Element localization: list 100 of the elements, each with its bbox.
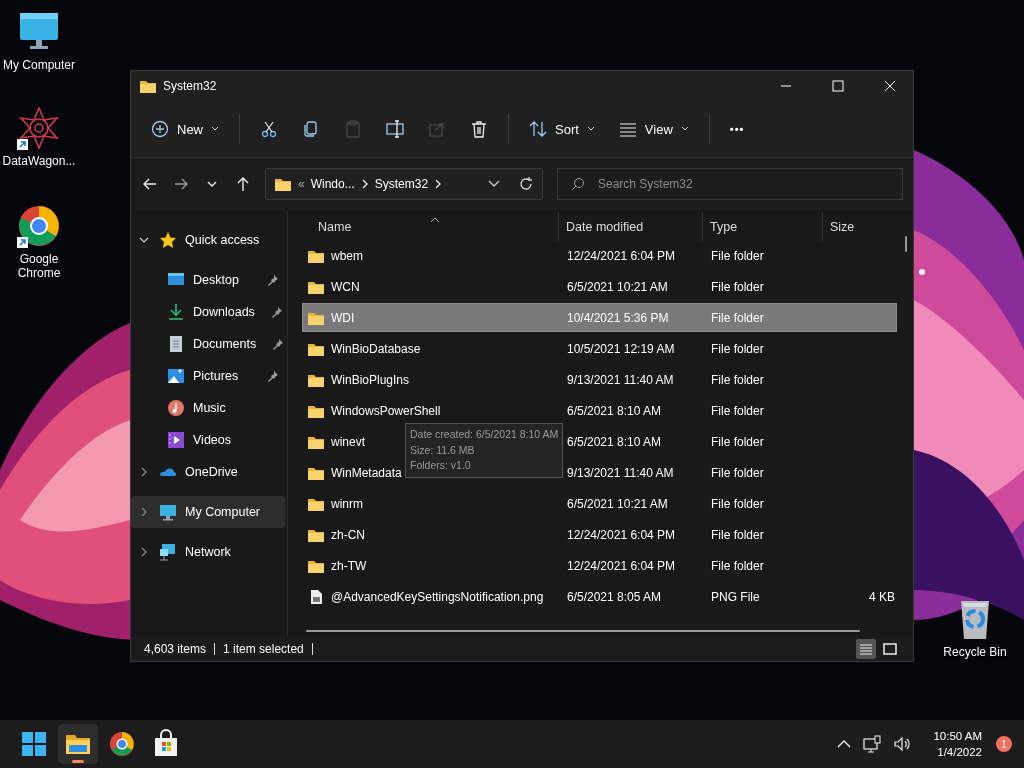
folder-icon <box>274 176 292 192</box>
lines-button[interactable]: View <box>608 111 699 147</box>
table-cell-text: 4 KB <box>868 589 895 604</box>
desktop-icon-label[interactable]: Google Chrome <box>2 252 76 280</box>
column-header[interactable]: Date modified <box>559 212 703 242</box>
file-name[interactable]: WCN <box>331 279 360 294</box>
table-cell-text: 12/24/2021 6:04 PM <box>566 527 677 542</box>
file-name[interactable]: winevt <box>331 434 365 449</box>
sidebar-item[interactable]: OneDrive <box>131 456 285 488</box>
sidebar-item[interactable]: Desktop <box>131 264 285 296</box>
monitor-icon <box>159 503 177 521</box>
file-name[interactable]: wbem <box>331 248 363 263</box>
table-cell-text: File folder <box>710 310 765 325</box>
table-cell-text: 6/5/2021 8:10 AM <box>566 434 663 449</box>
sidebar-item[interactable]: Downloads <box>131 296 285 328</box>
sidebar-item[interactable]: Videos <box>131 424 285 456</box>
speaker-icon[interactable] <box>893 735 912 753</box>
table-cell-text: File folder <box>710 341 765 356</box>
download-icon <box>167 303 185 321</box>
network-monitor-icon[interactable] <box>863 735 882 753</box>
table-cell-text: 9/13/2021 11:40 AM <box>566 465 675 480</box>
sidebar-item[interactable]: Music <box>131 392 285 424</box>
file-name[interactable]: WinMetadata <box>331 465 402 480</box>
address-bar[interactable]: « Windo... System32 <box>265 168 543 200</box>
pin-icon[interactable] <box>272 338 285 350</box>
table-cell-text: 6/5/2021 8:05 AM <box>566 589 663 604</box>
lines-icon <box>618 120 637 138</box>
table-cell-text: File folder <box>710 248 765 263</box>
breadcrumb[interactable]: System32 <box>374 177 429 191</box>
table-cell-text: File folder <box>710 434 765 449</box>
video-icon <box>167 431 185 449</box>
refresh-icon[interactable] <box>518 176 534 192</box>
star-emblem-icon[interactable] <box>17 106 61 150</box>
taskbar-button[interactable] <box>58 724 98 764</box>
table-cell-text: 12/24/2021 6:04 PM <box>566 248 677 263</box>
file-name[interactable]: zh-TW <box>331 558 367 573</box>
sort-caret-icon <box>430 217 440 223</box>
column-header[interactable]: Name <box>303 212 559 242</box>
trash-icon <box>470 120 488 138</box>
clock-date[interactable]: 1/4/2022 <box>937 744 982 760</box>
chrome-icon <box>107 729 137 759</box>
desktop-icon-label[interactable]: My Computer <box>2 58 76 72</box>
share-icon <box>428 120 446 138</box>
chevron-right-icon[interactable] <box>434 179 443 189</box>
more-button[interactable]: ••• <box>719 111 755 147</box>
pin-icon[interactable] <box>267 370 279 382</box>
clipboard-icon <box>344 120 362 138</box>
pin-icon[interactable] <box>270 306 283 318</box>
table-cell-text: File folder <box>710 372 765 387</box>
chevron-down-icon[interactable] <box>488 180 500 188</box>
plus-circle-icon <box>151 120 169 138</box>
search-field[interactable]: Search System32 <box>557 168 903 200</box>
file-name[interactable]: WDI <box>331 310 355 325</box>
breadcrumb[interactable]: Windo... <box>310 177 355 191</box>
table-cell-text: File folder <box>710 279 765 294</box>
table-cell-text: File folder <box>710 465 765 480</box>
status-text: 4,603 items <box>144 643 216 655</box>
tooltip-text: Folders: v1.0 <box>410 458 472 473</box>
table-cell-text: 6/5/2021 8:10 AM <box>566 403 663 418</box>
caret-icon <box>211 126 219 132</box>
network-icon <box>159 543 177 561</box>
scrollbar-thumb[interactable] <box>905 236 907 252</box>
chrome-icon[interactable] <box>17 204 61 248</box>
file-name[interactable]: WinBioDatabase <box>331 341 421 356</box>
file-name[interactable]: WinBioPlugIns <box>331 372 410 387</box>
tooltip-text: Date created: 6/5/2021 8:10 AM <box>410 427 559 442</box>
scissors-icon <box>260 120 278 138</box>
sidebar-item[interactable]: Network <box>131 536 285 568</box>
breadcrumb-overflow[interactable]: « <box>298 177 305 191</box>
sort-arrows-button[interactable]: Sort <box>519 111 605 147</box>
file-name[interactable]: WindowsPowerShell <box>331 403 441 418</box>
table-cell-text: File folder <box>710 496 765 511</box>
sidebar-item[interactable]: Quick access <box>131 224 285 256</box>
tooltip-text: Size: 11.6 MB <box>410 442 476 458</box>
column-header[interactable]: Type <box>703 212 823 242</box>
table-cell-text: PNG File <box>710 589 761 604</box>
search-icon <box>571 177 585 191</box>
sidebar-item[interactable]: My Computer <box>131 496 285 528</box>
file-name[interactable]: @AdvancedKeySettingsNotification.png <box>331 589 544 604</box>
selected-row[interactable]: WDI 10/4/2021 5:36 PM File folder <box>303 304 896 331</box>
chevron-right-icon[interactable] <box>360 179 369 189</box>
desktop-icon-label[interactable]: DataWagon... <box>2 154 76 168</box>
file-name[interactable]: winrm <box>331 496 363 511</box>
picture-icon <box>167 367 185 385</box>
table-cell-text: 10/4/2021 5:36 PM <box>566 310 670 325</box>
column-header[interactable]: Size <box>823 212 895 242</box>
copy-icon <box>302 120 320 138</box>
clock-time[interactable]: 10:50 AM <box>933 728 982 744</box>
chevron-up-icon[interactable] <box>837 739 852 749</box>
scrollbar-thumb[interactable] <box>306 630 860 632</box>
plus-circle-button[interactable]: New <box>141 111 229 147</box>
desktop-icon-label[interactable]: Recycle Bin <box>938 645 1012 659</box>
table-cell-text: 6/5/2021 10:21 AM <box>566 496 669 511</box>
caret-icon <box>586 126 595 132</box>
pin-icon[interactable] <box>267 274 279 286</box>
chevron-down-icon[interactable] <box>139 235 149 245</box>
sidebar-item[interactable]: Documents <box>131 328 285 360</box>
file-name[interactable]: zh-CN <box>331 527 365 542</box>
table-cell-text: 9/13/2021 11:40 AM <box>566 372 675 387</box>
sidebar-item[interactable]: Pictures <box>131 360 285 392</box>
